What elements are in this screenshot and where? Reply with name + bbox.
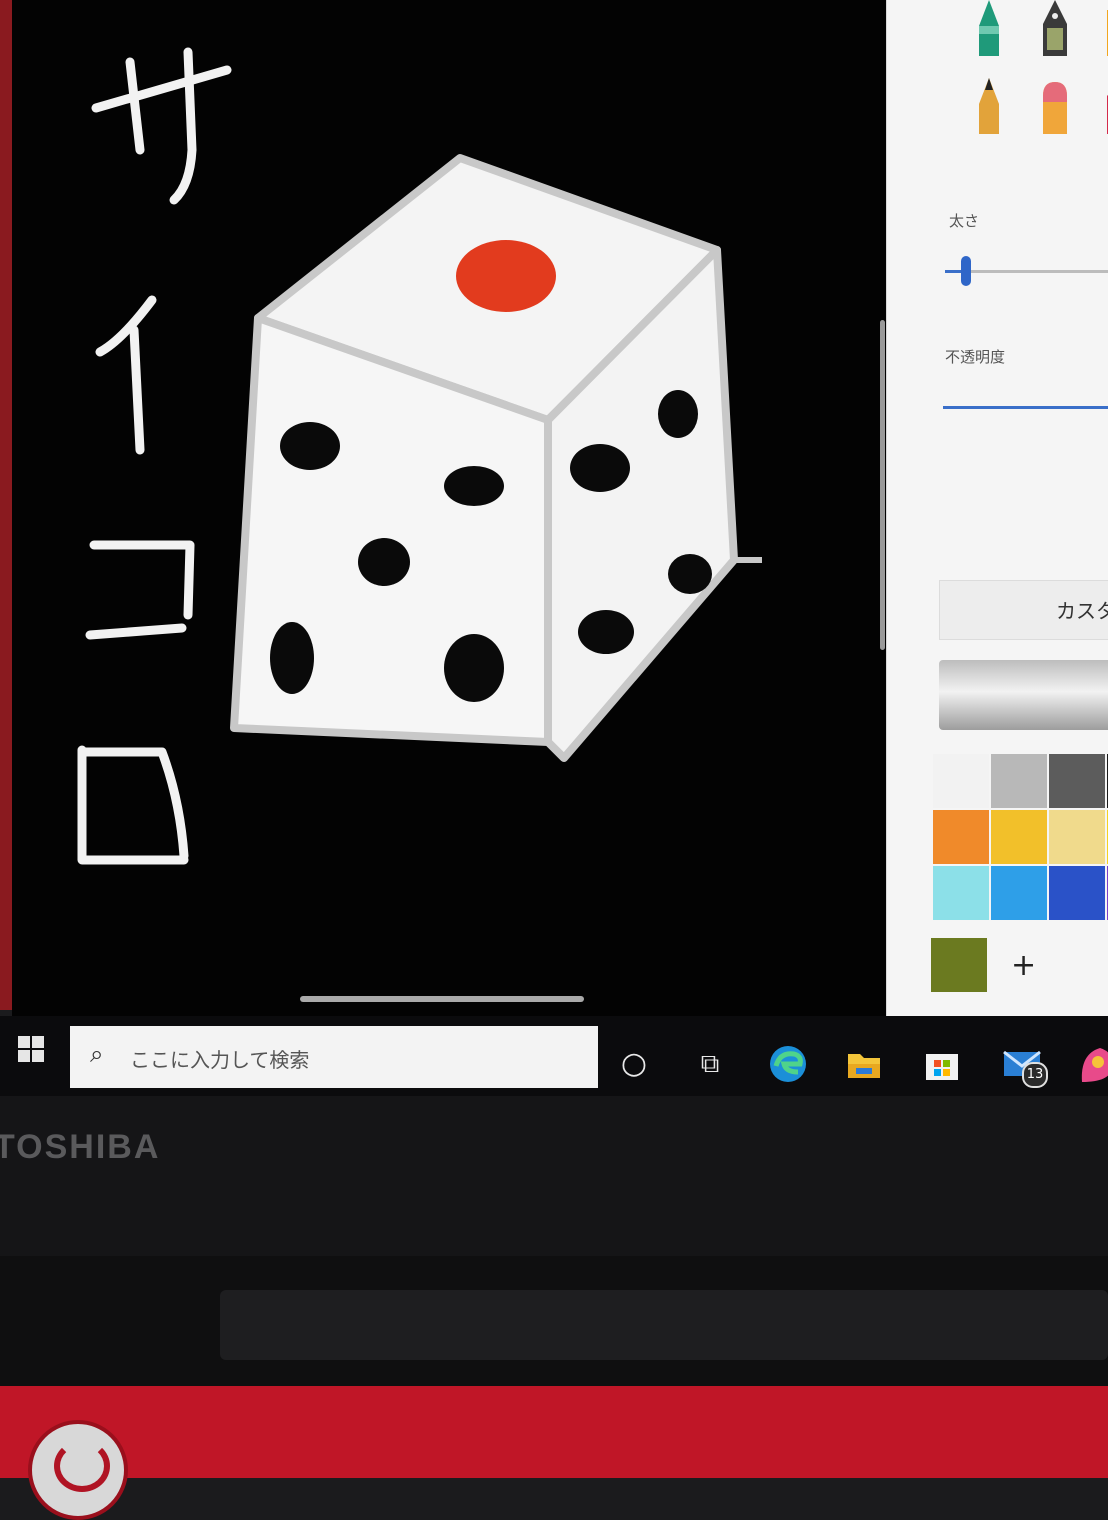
start-button[interactable] (18, 1036, 44, 1062)
file-explorer-icon[interactable] (842, 1042, 886, 1086)
paint-canvas[interactable] (12, 0, 892, 1016)
edge-browser-icon[interactable] (766, 1042, 810, 1086)
screen: 太さ 不透明度 カスタム + (12, 0, 1108, 1016)
crayon-icon[interactable] (1101, 78, 1108, 134)
palette-swatch[interactable] (933, 866, 989, 920)
mail-badge: 13 (1022, 1062, 1048, 1088)
thickness-label: 太さ (949, 212, 980, 230)
pencil-icon[interactable] (971, 78, 1007, 134)
power-icon (54, 1440, 110, 1492)
handwritten-text (77, 47, 232, 865)
eraser-icon[interactable] (1037, 78, 1073, 134)
laptop-base (0, 1386, 1108, 1478)
palette-swatch[interactable] (991, 866, 1047, 920)
dice-drawing (230, 154, 762, 762)
palette-swatch[interactable] (933, 754, 989, 808)
opacity-slider[interactable] (943, 406, 1108, 409)
power-button[interactable] (28, 1420, 128, 1520)
color-gradient-preview (939, 660, 1108, 730)
palette-swatch[interactable] (991, 810, 1047, 864)
brush-settings-panel: 太さ 不透明度 カスタム + (886, 0, 1108, 1016)
task-view-icon[interactable]: ⧉ (688, 1042, 732, 1086)
palette-swatch[interactable] (1049, 754, 1105, 808)
search-icon: ⌕ (90, 1040, 104, 1068)
paint-app-icon[interactable] (1074, 1042, 1108, 1086)
search-box[interactable]: ⌕ ここに入力して検索 (70, 1026, 598, 1088)
screen-bezel (0, 0, 12, 1010)
store-icon[interactable] (920, 1042, 964, 1086)
calligraphy-pen-icon[interactable] (1037, 0, 1073, 56)
horizontal-scrollbar[interactable] (300, 996, 584, 1002)
vertical-scrollbar[interactable] (880, 320, 885, 650)
opacity-label: 不透明度 (945, 348, 1006, 366)
hinge-cover (220, 1290, 1108, 1360)
taskbar: ⌕ ここに入力して検索 ○ ⧉ 13 (0, 1016, 1108, 1096)
canvas-drawing (77, 47, 762, 865)
palette-swatch[interactable] (1049, 810, 1105, 864)
selected-color-swatch[interactable] (931, 938, 987, 992)
thickness-slider-thumb[interactable] (961, 256, 971, 286)
palette-swatch[interactable] (991, 754, 1047, 808)
marker-icon[interactable] (971, 0, 1007, 56)
add-color-button[interactable]: + (1011, 948, 1036, 983)
palette-swatch[interactable] (933, 810, 989, 864)
windows-logo-icon (18, 1036, 30, 1048)
mail-icon[interactable]: 13 (1000, 1042, 1048, 1088)
search-placeholder: ここに入力して検索 (130, 1048, 310, 1072)
cortana-icon[interactable]: ○ (612, 1042, 656, 1086)
oil-brush-icon[interactable] (1101, 0, 1108, 56)
custom-color-button[interactable]: カスタム (939, 580, 1108, 683)
palette-swatch[interactable] (1049, 866, 1105, 920)
laptop-chassis (0, 1096, 1108, 1256)
brand-logo: TOSHIBA (0, 1128, 161, 1166)
